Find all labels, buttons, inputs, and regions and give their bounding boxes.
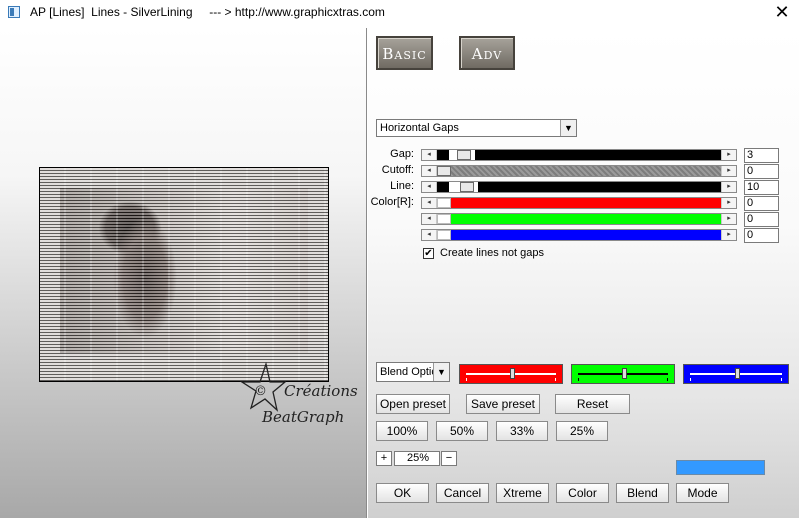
arrow-right-icon[interactable]: ▸ — [721, 198, 736, 208]
tab-basic[interactable]: Basic — [376, 36, 433, 70]
arrow-right-icon[interactable]: ▸ — [721, 150, 736, 160]
preview-image[interactable] — [39, 167, 329, 382]
mode-button[interactable]: Mode — [676, 483, 729, 503]
arrow-right-icon[interactable]: ▸ — [721, 166, 736, 176]
param-label: Line: — [390, 180, 414, 192]
zoom-50-button[interactable]: 50% — [436, 421, 488, 441]
chevron-down-icon: ▼ — [560, 120, 576, 136]
blend-select-value: Blend Optic — [380, 366, 437, 378]
param-slider[interactable]: ◂ ▸ — [421, 181, 737, 193]
param-value-field[interactable]: 10 — [744, 180, 779, 195]
param-value-field[interactable]: 0 — [744, 164, 779, 179]
arrow-left-icon[interactable]: ◂ — [422, 230, 437, 240]
arrow-left-icon[interactable]: ◂ — [422, 182, 437, 192]
param-label: Cutoff: — [381, 164, 414, 176]
zoom-value-field[interactable]: 25% — [394, 451, 440, 466]
slider-track[interactable] — [437, 230, 721, 240]
xtreme-button[interactable]: Xtreme — [496, 483, 549, 503]
blend-color-slider[interactable] — [683, 364, 789, 384]
slider-thumb[interactable] — [437, 214, 451, 224]
controls-pane — [368, 28, 799, 518]
arrow-left-icon[interactable]: ◂ — [422, 150, 437, 160]
slider-track[interactable] — [437, 182, 721, 192]
param-slider[interactable]: ◂ ▸ — [421, 229, 737, 241]
blend-color-slider[interactable] — [459, 364, 563, 384]
param-slider[interactable]: ◂ ▸ — [421, 165, 737, 177]
slider-thumb[interactable] — [457, 150, 472, 160]
param-slider[interactable]: ◂ ▸ — [421, 213, 737, 225]
zoom-plus-button[interactable]: + — [376, 451, 392, 466]
param-label: Color[R]: — [370, 196, 414, 208]
param-slider[interactable]: ◂ ▸ — [421, 149, 737, 161]
slider-track[interactable] — [437, 214, 721, 224]
blend-button[interactable]: Blend — [616, 483, 669, 503]
param-slider[interactable]: ◂ ▸ — [421, 197, 737, 209]
color-button[interactable]: Color — [556, 483, 609, 503]
zoom-25-button[interactable]: 25% — [556, 421, 608, 441]
mini-slider-thumb[interactable] — [510, 368, 515, 379]
slider-track[interactable] — [437, 150, 721, 160]
arrow-right-icon[interactable]: ▸ — [721, 182, 736, 192]
slider-track[interactable] — [437, 166, 721, 176]
reset-button[interactable]: Reset — [555, 394, 630, 414]
close-icon[interactable]: ✕ — [770, 2, 794, 22]
param-value-field[interactable]: 0 — [744, 196, 779, 211]
arrow-left-icon[interactable]: ◂ — [422, 214, 437, 224]
preview-line-effect — [40, 168, 328, 381]
open-preset-button[interactable]: Open preset — [376, 394, 450, 414]
ok-button[interactable]: OK — [376, 483, 429, 503]
watermark-star-icon: © — [239, 362, 286, 412]
slider-track[interactable] — [437, 198, 721, 208]
watermark-text-line1: Créations — [284, 382, 358, 400]
mini-slider-thumb[interactable] — [735, 368, 740, 379]
checkmark-icon: ✔ — [424, 248, 433, 259]
create-lines-label: Create lines not gaps — [440, 247, 544, 259]
param-value-field[interactable]: 3 — [744, 148, 779, 163]
blend-color-slider[interactable] — [571, 364, 675, 384]
slider-thumb[interactable] — [437, 230, 451, 240]
param-value-field[interactable]: 0 — [744, 228, 779, 243]
window-title: AP [Lines] Lines - SilverLining --- > ht… — [30, 5, 385, 19]
arrow-left-icon[interactable]: ◂ — [422, 198, 437, 208]
blend-options-select[interactable]: Blend Optic ▼ — [376, 362, 450, 382]
watermark-copyright: © — [254, 384, 267, 399]
app-icon — [8, 6, 20, 18]
mode-select[interactable]: Horizontal Gaps ▼ — [376, 119, 577, 137]
zoom-33-button[interactable]: 33% — [496, 421, 548, 441]
param-value-field[interactable]: 0 — [744, 212, 779, 227]
chevron-down-icon: ▼ — [433, 363, 449, 381]
arrow-right-icon[interactable]: ▸ — [721, 214, 736, 224]
cancel-button[interactable]: Cancel — [436, 483, 489, 503]
create-lines-checkbox[interactable]: ✔ — [423, 248, 434, 259]
tab-adv[interactable]: Adv — [459, 36, 515, 70]
slider-thumb[interactable] — [459, 182, 474, 192]
save-preset-button[interactable]: Save preset — [466, 394, 540, 414]
mini-slider-thumb[interactable] — [622, 368, 627, 379]
arrow-right-icon[interactable]: ▸ — [721, 230, 736, 240]
arrow-left-icon[interactable]: ◂ — [422, 166, 437, 176]
color-swatch[interactable] — [676, 460, 765, 475]
watermark-text-line2: BeatGraph — [262, 408, 345, 426]
param-label: Gap: — [390, 148, 414, 160]
zoom-minus-button[interactable]: − — [441, 451, 457, 466]
zoom-100-button[interactable]: 100% — [376, 421, 428, 441]
slider-thumb[interactable] — [437, 166, 451, 176]
title-bar: AP [Lines] Lines - SilverLining --- > ht… — [0, 0, 799, 26]
slider-thumb[interactable] — [437, 198, 451, 208]
mode-select-value: Horizontal Gaps — [380, 122, 459, 134]
